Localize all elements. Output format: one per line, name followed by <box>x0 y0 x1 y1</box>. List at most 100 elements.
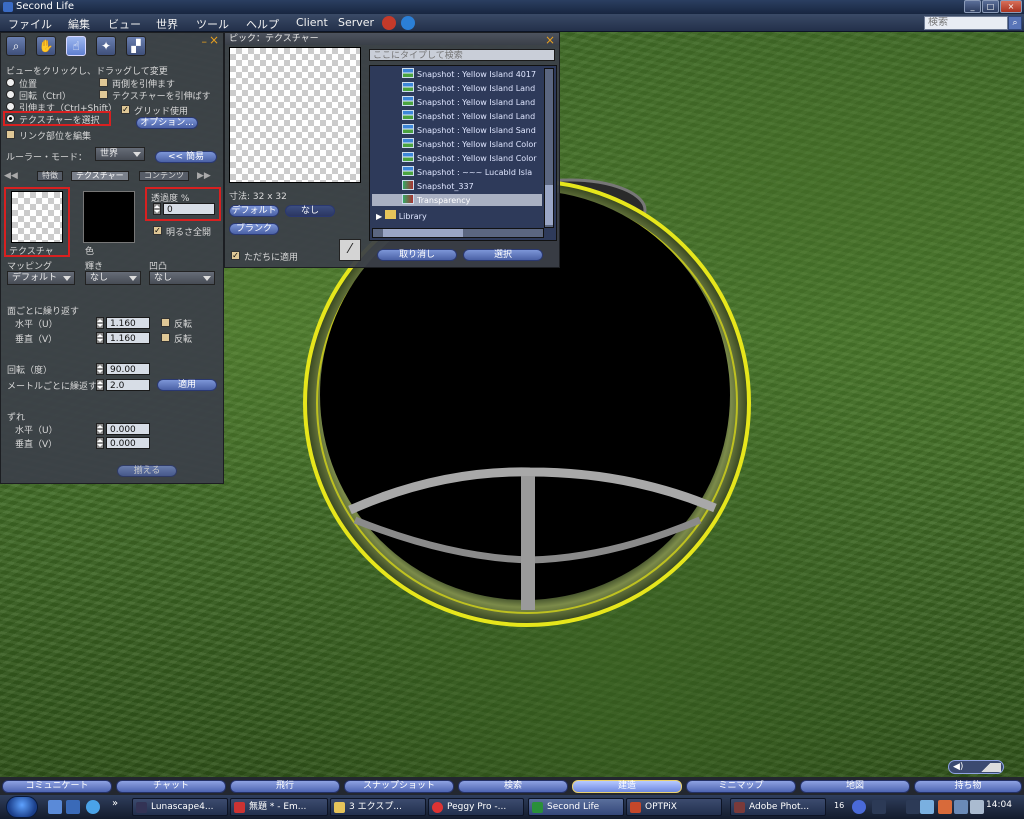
mapping-select[interactable]: デフォルト <box>7 271 75 285</box>
start-button[interactable] <box>6 796 38 818</box>
task-lunascape[interactable]: Lunascape4... <box>132 798 228 816</box>
none-button[interactable]: なし <box>285 205 335 217</box>
cancel-button[interactable]: 取り消し <box>377 249 457 261</box>
list-item[interactable]: Snapshot : Yellow Island Land <box>402 110 542 122</box>
close-picker-icon[interactable]: × <box>545 33 555 47</box>
communicate-button[interactable]: コミュニケート <box>2 780 112 793</box>
chk-use-grid[interactable]: ✓ <box>121 105 130 114</box>
eyedropper-icon[interactable]: ⁄ <box>339 239 361 261</box>
list-item[interactable]: Snapshot : ~~~ Lucabld Isla <box>402 166 542 178</box>
chat-button[interactable]: チャット <box>116 780 226 793</box>
list-item[interactable]: Snapshot_337 <box>402 180 542 192</box>
menu-tools[interactable]: ツール <box>196 16 229 32</box>
tab-contents[interactable]: コンテンツ <box>139 171 189 181</box>
options-button[interactable]: オプション... <box>136 117 198 129</box>
list-item[interactable]: Snapshot : Yellow Island Color <box>402 138 542 150</box>
shininess-select[interactable]: なし <box>85 271 141 285</box>
texture-picker-title[interactable]: ピック：テクスチャー <box>225 33 559 45</box>
list-item[interactable]: Snapshot : Yellow Island Land <box>402 82 542 94</box>
list-hscrollbar[interactable] <box>372 228 544 238</box>
minimize-floater-icon[interactable]: – <box>202 35 208 48</box>
voice-icon[interactable] <box>401 16 415 30</box>
picker-search-input[interactable] <box>369 49 555 61</box>
task-photoshop[interactable]: Adobe Phot... <box>730 798 826 816</box>
search-input[interactable] <box>924 16 1008 30</box>
default-button[interactable]: デフォルト <box>229 205 279 217</box>
align-button[interactable]: 揃える <box>117 465 177 477</box>
network-icon[interactable] <box>920 800 934 814</box>
inventory-list[interactable]: Snapshot : Yellow Island 4017 Snapshot :… <box>369 65 557 241</box>
menu-server[interactable]: Server <box>338 16 374 29</box>
repeat-u-field[interactable]: 1.160 <box>106 317 150 329</box>
volume-icon[interactable] <box>970 800 984 814</box>
chk-edit-linked[interactable] <box>6 130 15 139</box>
library-folder[interactable]: ▶ Library <box>376 210 516 222</box>
menu-file[interactable]: ファイル <box>8 16 52 32</box>
monitor-icon[interactable] <box>954 800 968 814</box>
offset-u-stepper[interactable] <box>96 423 104 435</box>
repeat-v-stepper[interactable] <box>96 332 104 344</box>
offset-v-field[interactable]: 0.000 <box>106 437 150 449</box>
bumpiness-select[interactable]: なし <box>149 271 215 285</box>
volume-slider[interactable] <box>971 763 1001 772</box>
menu-help[interactable]: ヘルプ <box>246 16 279 32</box>
color-swatch[interactable] <box>83 191 135 243</box>
menu-client[interactable]: Client <box>296 16 328 29</box>
map-button[interactable]: 地図 <box>800 780 910 793</box>
offset-v-stepper[interactable] <box>96 437 104 449</box>
hscrollbar-thumb[interactable] <box>383 229 463 237</box>
chk-apply-immediately[interactable]: ✓ <box>231 251 240 260</box>
repeats-per-meter-field[interactable]: 2.0 <box>106 379 150 391</box>
menu-world[interactable]: 世界 <box>156 16 178 32</box>
tab-scroll-left-icon[interactable]: ◀◀ <box>4 171 18 181</box>
build-button[interactable]: 建造 <box>572 780 682 793</box>
snapshot-button[interactable]: スナップショット <box>344 780 454 793</box>
list-scrollbar[interactable] <box>544 68 554 228</box>
list-item-selected[interactable]: Transparency <box>372 194 542 206</box>
task-peggy[interactable]: Peggy Pro -... <box>428 798 524 816</box>
chk-flip-v[interactable] <box>161 333 170 342</box>
task-emeditor[interactable]: 無題 * - Em... <box>230 798 328 816</box>
ruler-mode-select[interactable]: 世界 <box>95 147 145 161</box>
offset-u-field[interactable]: 0.000 <box>106 423 150 435</box>
task-second-life[interactable]: Second Life <box>528 798 624 816</box>
chk-full-bright[interactable]: ✓ <box>153 226 162 235</box>
ie-icon[interactable] <box>86 800 100 814</box>
security-icon[interactable] <box>938 800 952 814</box>
radio-stretch[interactable] <box>6 102 15 111</box>
tray-counter[interactable]: 16 <box>834 801 844 810</box>
menu-view[interactable]: ビュー <box>108 16 141 32</box>
edit-tool-icon[interactable]: ☝ <box>66 36 86 56</box>
tab-scroll-right-icon[interactable]: ▶▶ <box>197 171 211 181</box>
repeat-v-field[interactable]: 1.160 <box>106 332 150 344</box>
rotation-stepper[interactable] <box>96 363 104 375</box>
volume-control[interactable]: ◀) <box>948 760 1004 774</box>
radio-rotate[interactable] <box>6 90 15 99</box>
minimap-button[interactable]: ミニマップ <box>686 780 796 793</box>
minimize-button[interactable]: _ <box>964 0 981 13</box>
search-icon[interactable]: ⌕ <box>1008 16 1022 30</box>
list-item[interactable]: Snapshot : Yellow Island Sand <box>402 124 542 136</box>
switch-windows-icon[interactable] <box>66 800 80 814</box>
quicklaunch-more-icon[interactable]: » <box>112 798 118 809</box>
blank-button[interactable]: ブランク <box>229 223 279 235</box>
task-explorer[interactable]: 3 エクスプ... <box>330 798 426 816</box>
list-item[interactable]: Snapshot : Yellow Island 4017 <box>402 68 542 80</box>
close-button[interactable]: × <box>1000 0 1022 13</box>
clock[interactable]: 14:04 <box>986 800 1012 810</box>
list-item[interactable]: Snapshot : Yellow Island Land <box>402 96 542 108</box>
focus-tool-icon[interactable]: ⌕ <box>6 36 26 56</box>
search-button[interactable]: 検索 <box>458 780 568 793</box>
chk-both-sides[interactable] <box>99 78 108 87</box>
scrollbar-thumb[interactable] <box>545 185 553 225</box>
repeats-per-meter-stepper[interactable] <box>96 379 104 391</box>
tab-texture[interactable]: テクスチャー <box>71 171 129 181</box>
rotation-field[interactable]: 90.00 <box>106 363 150 375</box>
close-floater-icon[interactable]: × <box>209 33 219 47</box>
simple-button[interactable]: << 簡易 <box>155 151 217 163</box>
tab-features[interactable]: 特徴 <box>37 171 63 181</box>
tray-expand-icon[interactable] <box>906 800 920 814</box>
apply-button[interactable]: 適用 <box>157 379 217 391</box>
chk-stretch-textures[interactable] <box>99 90 108 99</box>
task-optpix[interactable]: OPTPiX <box>626 798 722 816</box>
